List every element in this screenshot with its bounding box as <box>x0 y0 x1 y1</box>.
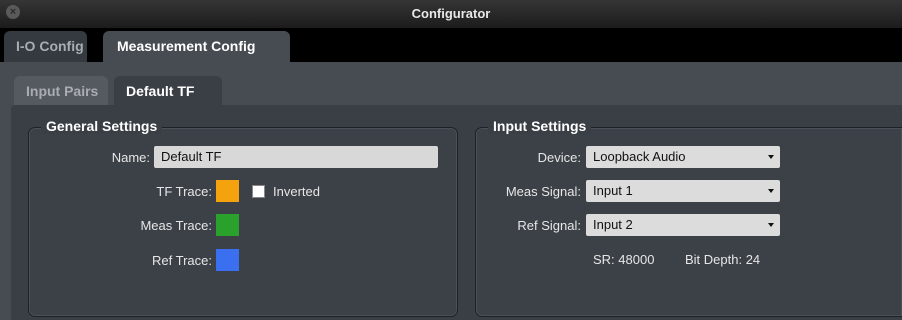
chevron-down-icon <box>768 155 774 159</box>
ref-signal-select[interactable]: Input 2 <box>586 214 780 236</box>
chevron-down-icon <box>768 223 774 227</box>
ref-trace-color-swatch[interactable] <box>216 249 239 271</box>
ref-signal-label: Ref Signal: <box>517 218 581 233</box>
device-select-value: Loopback Audio <box>593 149 686 164</box>
ref-signal-value: Input 2 <box>593 217 633 232</box>
tab-default-tf[interactable]: Default TF <box>114 76 222 106</box>
meas-signal-label: Meas Signal: <box>505 184 581 199</box>
inverted-label: Inverted <box>273 184 320 199</box>
meas-trace-color-swatch[interactable] <box>216 214 239 236</box>
input-settings-title: Input Settings <box>488 118 592 134</box>
tab-input-pairs[interactable]: Input Pairs <box>14 76 108 106</box>
tab-measurement-config[interactable]: Measurement Config <box>103 31 290 62</box>
name-field[interactable]: Default TF <box>154 146 438 168</box>
input-settings-group: Input Settings Device: Loopback Audio Me… <box>475 118 902 317</box>
main-tab-bar: I-O Config Measurement Config <box>0 29 902 62</box>
tf-trace-label: TF Trace: <box>156 184 212 199</box>
chevron-down-icon <box>768 189 774 193</box>
sample-rate-text: SR: 48000 <box>593 252 655 267</box>
inverted-checkbox[interactable] <box>252 185 265 198</box>
device-select[interactable]: Loopback Audio <box>586 146 780 168</box>
tf-trace-color-swatch[interactable] <box>216 180 239 202</box>
default-tf-content: General Settings Name: Default TF TF Tra… <box>11 105 902 320</box>
general-settings-title: General Settings <box>41 118 163 134</box>
general-settings-group: General Settings Name: Default TF TF Tra… <box>28 118 458 317</box>
meas-trace-label: Meas Trace: <box>140 218 212 233</box>
meas-signal-select[interactable]: Input 1 <box>586 180 780 202</box>
name-label: Name: <box>111 150 150 165</box>
meas-signal-value: Input 1 <box>593 183 633 198</box>
title-bar: × Configurator <box>0 0 902 29</box>
device-label: Device: <box>537 150 581 165</box>
bit-depth-text: Bit Depth: 24 <box>685 252 761 267</box>
tab-io-config[interactable]: I-O Config <box>4 31 87 62</box>
window-title: Configurator <box>411 6 491 21</box>
ref-trace-label: Ref Trace: <box>152 253 212 268</box>
measurement-config-panel: Input Pairs Default TF General Settings … <box>0 62 902 320</box>
